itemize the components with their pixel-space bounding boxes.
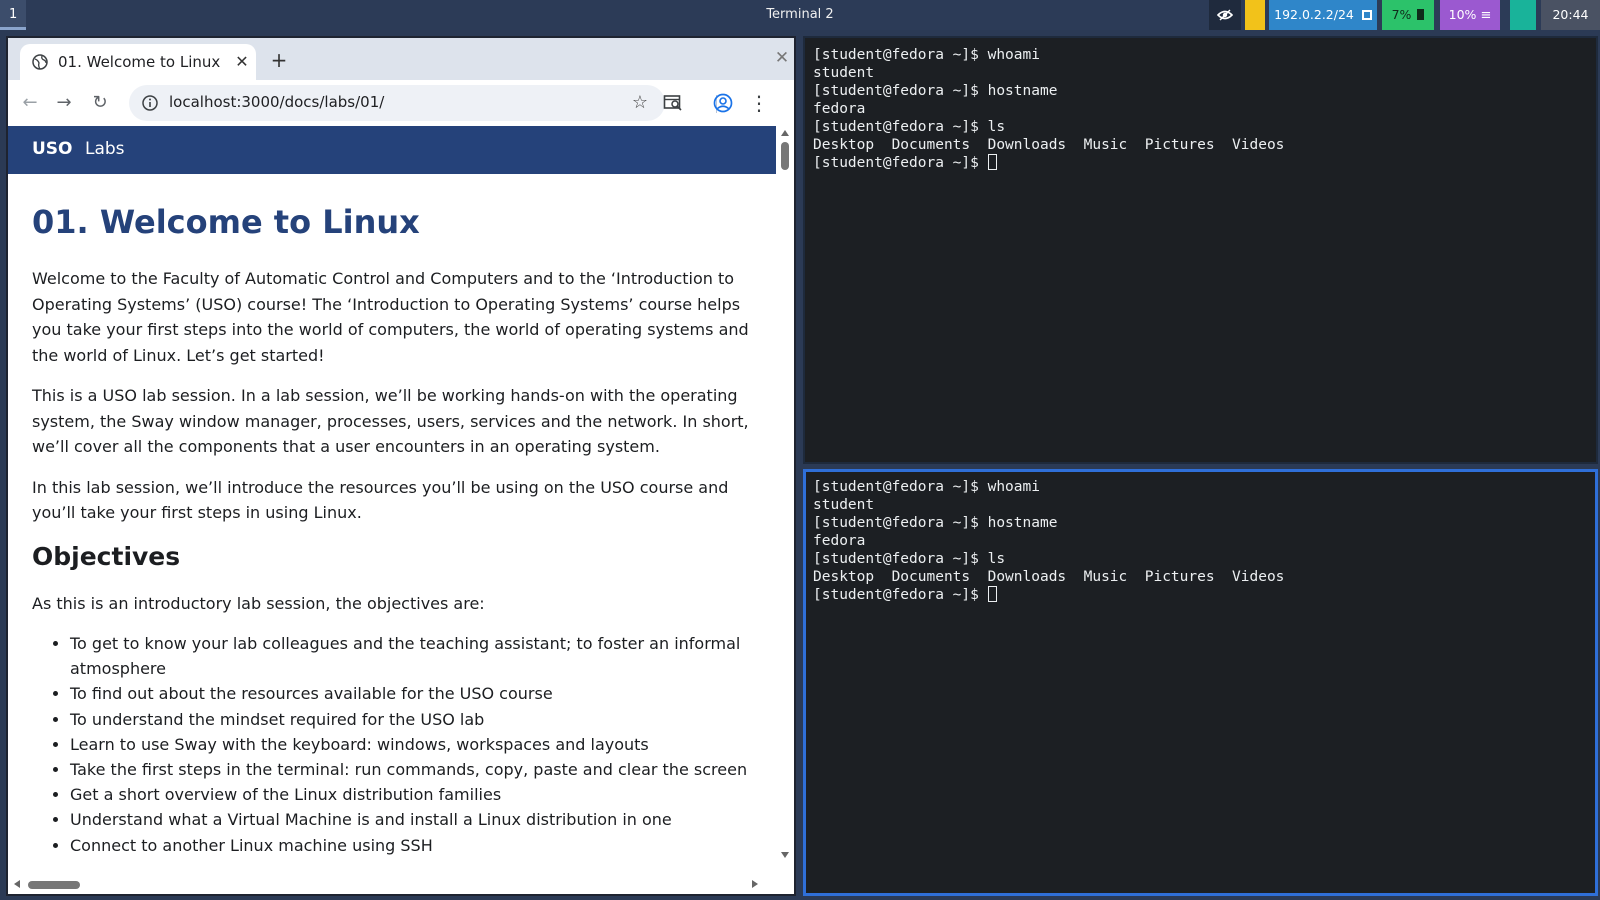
list-item: To get to know your lab colleagues and t… — [70, 631, 752, 681]
address-bar[interactable]: localhost:3000/docs/labs/01/ ☆ — [129, 85, 665, 121]
terminal-prompt-line[interactable]: [student@fedora ~]$ — [813, 154, 1284, 172]
objectives-intro: As this is an introductory lab session, … — [32, 593, 485, 613]
scroll-up-arrow-icon[interactable] — [781, 130, 789, 136]
scroll-left-arrow-icon[interactable] — [14, 880, 20, 888]
terminal-cursor — [987, 154, 997, 170]
url-text: localhost:3000/docs/labs/01/ — [169, 93, 385, 111]
volume-indicator[interactable] — [1245, 0, 1265, 30]
terminal-prompt-line[interactable]: [student@fedora ~]$ — [813, 586, 1284, 604]
cpu-icon: ≡ — [1480, 8, 1492, 23]
terminal-line: [student@fedora ~]$ hostname — [813, 83, 1058, 99]
site-brand-link[interactable]: USO — [32, 139, 73, 159]
list-item: Understand what a Virtual Machine is and… — [70, 807, 752, 832]
clock[interactable]: 20:44 — [1541, 0, 1600, 30]
lab-session-paragraph: This is a USO lab session. In a lab sess… — [32, 386, 749, 456]
terminal-line: fedora — [813, 101, 866, 117]
idle-inhibitor-icon[interactable] — [1209, 0, 1241, 30]
page-viewport: USO Labs 01. Welcome to Linux Welcome to… — [8, 126, 780, 874]
objectives-heading: Objectives — [32, 541, 181, 571]
close-window-icon[interactable]: ✕ — [770, 46, 794, 70]
network-icon — [1361, 10, 1372, 20]
terminal-cursor — [987, 586, 997, 602]
terminal-line: [student@fedora ~]$ whoami — [813, 479, 1040, 495]
site-info-icon[interactable] — [141, 94, 159, 112]
battery-indicator[interactable]: 7% — [1382, 0, 1434, 30]
network-indicator[interactable]: 192.0.2.2/24 — [1269, 0, 1377, 30]
back-arrow-icon[interactable]: ← — [17, 90, 43, 116]
terminal-output: [student@fedora ~]$ whoami student [studen… — [813, 478, 1284, 604]
nav-link-labs[interactable]: Labs — [85, 139, 125, 159]
horizontal-scroll-thumb[interactable] — [28, 881, 80, 889]
list-item: Learn to use Sway with the keyboard: win… — [70, 732, 752, 757]
list-item: To find out about the resources availabl… — [70, 681, 752, 706]
tab-strip: 01. Welcome to Linux ✕ + ✕ — [8, 38, 794, 80]
terminal-1[interactable]: [student@fedora ~]$ whoami student [studen… — [803, 36, 1598, 464]
battery-icon — [1417, 9, 1425, 20]
list-item: To understand the mindset required for t… — [70, 707, 752, 732]
terminal-2[interactable]: [student@fedora ~]$ whoami student [studen… — [803, 469, 1598, 896]
vertical-scroll-thumb[interactable] — [781, 142, 789, 170]
horizontal-scrollbar[interactable] — [8, 874, 780, 894]
list-item: Connect to another Linux machine using S… — [70, 833, 752, 858]
terminal-line: student — [813, 497, 875, 513]
list-item: Take the first steps in the terminal: ru… — [70, 757, 752, 782]
scroll-down-arrow-icon[interactable] — [781, 852, 789, 858]
reload-icon[interactable]: ↻ — [87, 90, 113, 116]
menu-kebab-icon[interactable]: ⋮ — [746, 90, 772, 116]
cpu-indicator[interactable]: 10% ≡ — [1440, 0, 1500, 30]
terminal-line: Desktop Documents Downloads Music Pictur… — [813, 137, 1285, 153]
profile-icon[interactable] — [710, 90, 736, 116]
page-title: 01. Welcome to Linux — [32, 203, 420, 241]
list-item: Get a short overview of the Linux distri… — [70, 782, 752, 807]
tab-title: 01. Welcome to Linux — [58, 53, 221, 71]
tab-close-icon[interactable]: ✕ — [232, 50, 252, 74]
forward-arrow-icon[interactable]: → — [51, 90, 77, 116]
network-address: 192.0.2.2/24 — [1274, 7, 1354, 22]
terminal-line: [student@fedora ~]$ ls — [813, 119, 1006, 135]
terminal-prompt: [student@fedora ~]$ — [813, 587, 988, 603]
resources-paragraph: In this lab session, we’ll introduce the… — [32, 477, 729, 523]
bookmark-star-icon[interactable]: ☆ — [627, 90, 653, 116]
terminal-line: Desktop Documents Downloads Music Pictur… — [813, 569, 1285, 585]
terminal-line: student — [813, 65, 875, 81]
new-tab-button[interactable]: + — [266, 48, 292, 74]
terminal-line: [student@fedora ~]$ ls — [813, 551, 1006, 567]
vertical-scrollbar[interactable] — [776, 126, 794, 874]
terminal-line: [student@fedora ~]$ hostname — [813, 515, 1058, 531]
search-tabs-icon[interactable] — [660, 90, 686, 116]
site-navbar: USO Labs — [8, 126, 780, 174]
browser-window: 01. Welcome to Linux ✕ + ✕ ← → ↻ localho… — [6, 36, 796, 896]
cpu-usage: 10% — [1448, 7, 1477, 22]
tray-indicator[interactable] — [1510, 0, 1536, 30]
terminal-line: fedora — [813, 533, 866, 549]
terminal-prompt: [student@fedora ~]$ — [813, 155, 988, 171]
article-content: 01. Welcome to Linux Welcome to the Facu… — [32, 202, 752, 858]
browser-toolbar: ← → ↻ localhost:3000/docs/labs/01/ ☆ ⋮ — [8, 80, 794, 126]
intro-paragraph: Welcome to the Faculty of Automatic Cont… — [32, 269, 749, 365]
terminal-line: [student@fedora ~]$ whoami — [813, 47, 1040, 63]
objectives-list: To get to know your lab colleagues and t… — [70, 631, 752, 858]
workspace-button-1[interactable]: 1 — [0, 0, 26, 30]
terminal-output: [student@fedora ~]$ whoami student [studen… — [813, 46, 1284, 172]
status-bar: 1 Terminal 2 192.0.2.2/24 7% 10% ≡ 20:44 — [0, 0, 1600, 30]
browser-tab[interactable]: 01. Welcome to Linux ✕ — [20, 44, 256, 80]
globe-icon — [32, 54, 48, 70]
scroll-right-arrow-icon[interactable] — [752, 880, 758, 888]
battery-level: 7% — [1391, 7, 1412, 22]
